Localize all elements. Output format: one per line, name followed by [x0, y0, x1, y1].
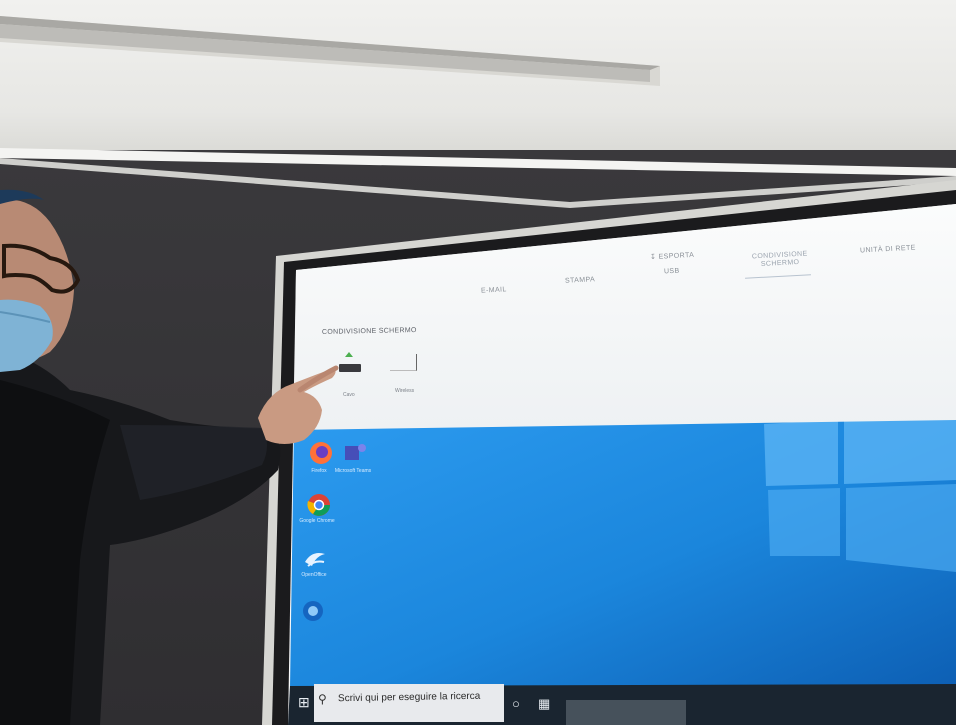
tab-condivisione-schermo[interactable]: CONDIVISIONE SCHERMO — [748, 250, 813, 269]
task-view-icon[interactable]: ▦ — [538, 696, 550, 712]
hdmi-icon[interactable] — [339, 364, 361, 372]
export-icon: ↧ — [649, 253, 657, 262]
teams-icon[interactable] — [342, 440, 368, 466]
person-pointing — [0, 189, 339, 725]
cortana-icon[interactable]: ○ — [512, 696, 520, 711]
wireless-icon[interactable] — [390, 354, 417, 371]
tab-usb[interactable]: USB — [664, 268, 680, 276]
source-cavo-label[interactable]: Cavo — [343, 392, 355, 398]
tab-email[interactable]: E-MAIL — [481, 286, 507, 294]
source-wireless-label[interactable]: Wireless — [395, 388, 414, 394]
selected-source-indicator — [345, 352, 353, 357]
